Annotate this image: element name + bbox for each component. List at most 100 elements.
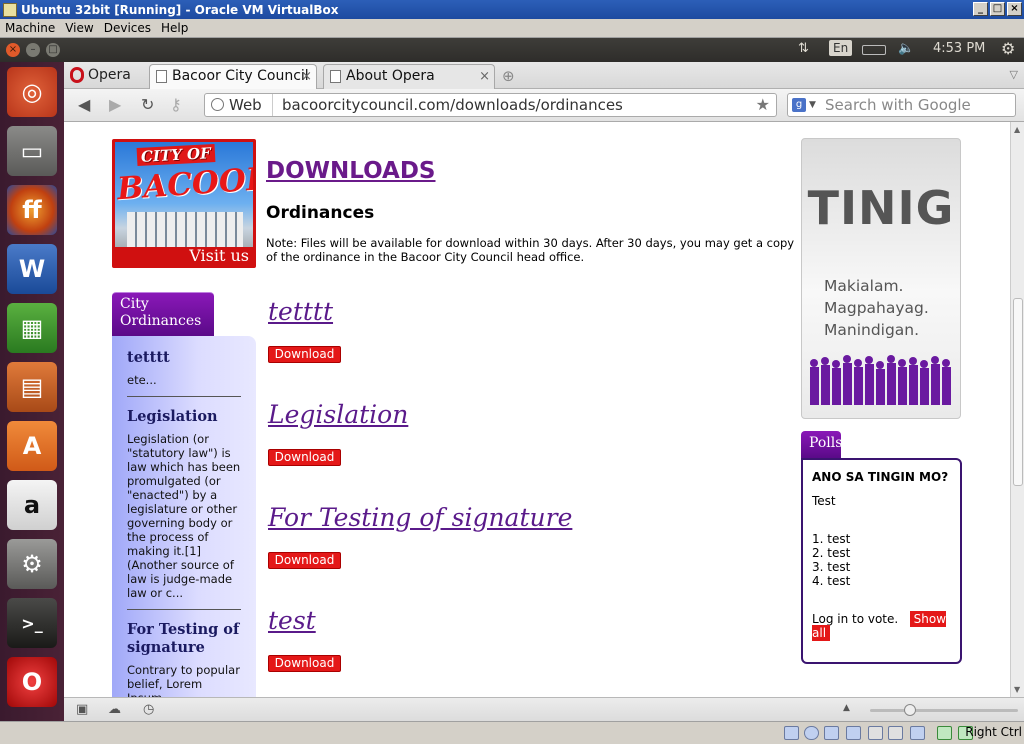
menu-machine[interactable]: Machine (0, 21, 60, 35)
opera-menu-button[interactable]: Opera (66, 64, 139, 86)
ordinance-title-link[interactable]: For Testing of signature (268, 503, 572, 532)
search-field[interactable]: g ▼ Search with Google (787, 93, 1016, 117)
clock[interactable]: 4:53 PM (933, 41, 985, 56)
download-button[interactable]: Download (268, 552, 341, 569)
minimize-button[interactable]: _ (973, 2, 988, 16)
banner-line: Magpahayag. (824, 299, 929, 317)
tab-about-opera[interactable]: About Opera × (323, 64, 495, 89)
network-icon[interactable] (846, 726, 861, 740)
zoom-slider-knob[interactable] (904, 704, 916, 716)
sidebar-item-excerpt: Contrary to popular belief, Lorem Ipsum (127, 663, 240, 697)
bookmark-star-icon[interactable]: ★ (756, 94, 770, 116)
keyboard-language-indicator[interactable]: En (829, 40, 853, 56)
scrollbar-thumb[interactable] (1013, 298, 1023, 486)
globe-icon (211, 98, 224, 111)
sidebar-tab-city-ordinances[interactable]: City Ordinances (112, 292, 214, 336)
writer-icon[interactable]: W (7, 244, 57, 294)
impress-icon[interactable]: ▤ (7, 362, 57, 412)
tab-menu-chevron-icon[interactable]: ▽ (1010, 68, 1018, 81)
amazon-icon[interactable]: a (7, 480, 57, 530)
divider (127, 609, 241, 610)
polls-tab[interactable]: Polls (801, 431, 842, 458)
terminal-icon[interactable]: >_ (7, 598, 57, 648)
firefox-icon[interactable]: ff (7, 185, 57, 235)
ordinance-title-link[interactable]: test (268, 606, 316, 635)
close-tab-icon[interactable]: × (301, 65, 312, 88)
vertical-scrollbar[interactable]: ▲ ▼ (1010, 122, 1024, 697)
tab-bar: Opera Bacoor City Council × About Opera … (64, 62, 1024, 89)
panel-toggle-icon[interactable]: ▣ (76, 702, 88, 717)
hard-disk-icon[interactable] (784, 726, 799, 740)
scroll-down-arrow-icon[interactable]: ▼ (1014, 685, 1020, 694)
host-key-label: Right Ctrl (965, 725, 1022, 739)
scroll-up-arrow-icon[interactable]: ▲ (1014, 125, 1020, 134)
tinig-banner[interactable]: TINIG Makialam. Magpahayag. Manindigan. (801, 138, 961, 419)
url-text[interactable]: bacoorcitycouncil.com/downloads/ordinanc… (282, 94, 623, 116)
files-icon[interactable]: ▭ (7, 126, 57, 176)
city-of-bacoor-logo[interactable]: CITY OF BACOOR Visit us (112, 139, 256, 268)
new-tab-icon[interactable]: ⊕ (502, 67, 515, 85)
menu-help[interactable]: Help (156, 21, 193, 35)
software-center-icon[interactable]: A (7, 421, 57, 471)
menu-devices[interactable]: Devices (99, 21, 156, 35)
poll-option: 3. test (812, 560, 851, 574)
ubuntu-top-panel: × – □ ⇅ En 🔈 4:53 PM ⚙ (0, 38, 1024, 62)
key-icon[interactable]: ⚷ (170, 95, 182, 114)
download-button[interactable]: Download (268, 346, 341, 363)
ubuntu-dash-icon[interactable]: ◎ (7, 67, 57, 117)
tab-bacoor-city-council[interactable]: Bacoor City Council × (149, 64, 317, 89)
forward-arrow-icon[interactable]: ▶ (109, 95, 121, 114)
transfer-arrows-icon[interactable]: ⇅ (798, 41, 809, 56)
maximize-button[interactable]: □ (990, 2, 1005, 16)
settings-icon[interactable]: ⚙ (7, 539, 57, 589)
window-restore-icon[interactable]: □ (46, 43, 60, 57)
zoom-slider[interactable] (870, 704, 1018, 716)
page-title[interactable]: DOWNLOADS (266, 158, 436, 184)
divider (127, 396, 241, 397)
download-button[interactable]: Download (268, 655, 341, 672)
back-arrow-icon[interactable]: ◀ (78, 95, 90, 114)
sidebar-item-title[interactable]: For Testing of signature (127, 621, 241, 657)
login-to-vote-text[interactable]: Log in to vote. (812, 612, 898, 626)
menu-view[interactable]: View (60, 21, 98, 35)
opera-unite-cloud-icon[interactable]: ☁ (108, 702, 121, 717)
poll-option: 2. test (812, 546, 851, 560)
sidebar-item-title[interactable]: Legislation (127, 408, 241, 426)
address-bar[interactable]: Web bacoorcitycouncil.com/downloads/ordi… (204, 93, 777, 117)
opera-icon[interactable]: O (7, 657, 57, 707)
web-badge[interactable]: Web (205, 94, 273, 116)
display-icon[interactable] (888, 726, 903, 740)
banner-line: Makialam. (824, 277, 904, 295)
window-minimize-icon[interactable]: – (26, 43, 40, 57)
video-capture-icon[interactable] (910, 726, 925, 740)
chevron-down-icon[interactable]: ▼ (809, 94, 816, 116)
shared-folders-icon[interactable] (868, 726, 883, 740)
ordinance-title-link[interactable]: tetttt (268, 297, 333, 326)
page-viewport: CITY OF BACOOR Visit us DOWNLOADS Ordina… (64, 122, 1010, 697)
page-icon (156, 70, 167, 83)
close-tab-icon[interactable]: × (479, 65, 490, 88)
vm-title-bar: Ubuntu 32bit [Running] - Oracle VM Virtu… (0, 0, 1024, 19)
vm-status-bar: Right Ctrl (0, 721, 1024, 744)
calc-icon[interactable]: ▦ (7, 303, 57, 353)
volume-icon[interactable]: 🔈 (898, 41, 914, 56)
speed-dial-icon[interactable]: ◷ (143, 702, 154, 717)
battery-icon[interactable] (862, 45, 886, 55)
poll-option: 1. test (812, 532, 851, 546)
banner-line: Manindigan. (824, 321, 920, 339)
poll-option: 4. test (812, 574, 851, 588)
reload-icon[interactable]: ↻ (141, 95, 154, 114)
window-close-icon[interactable]: × (6, 43, 20, 57)
ordinance-title-link[interactable]: Legislation (268, 400, 408, 429)
usb-icon[interactable] (824, 726, 839, 740)
mouse-integration-icon[interactable] (937, 726, 952, 740)
download-button[interactable]: Download (268, 449, 341, 466)
close-button[interactable]: × (1007, 2, 1022, 16)
sidebar-item-title[interactable]: tetttt (127, 349, 241, 367)
page-subtitle: Ordinances (266, 203, 375, 223)
sidebar-item-excerpt: Legislation (or "statutory law") is law … (127, 432, 241, 600)
navigation-bar: ◀ ▶ ↻ ⚷ Web bacoorcitycouncil.com/downlo… (64, 89, 1024, 122)
optical-drive-icon[interactable] (804, 726, 819, 740)
gear-icon[interactable]: ⚙ (1001, 39, 1015, 58)
zoom-menu-arrow-icon[interactable]: ▲ (843, 703, 850, 713)
